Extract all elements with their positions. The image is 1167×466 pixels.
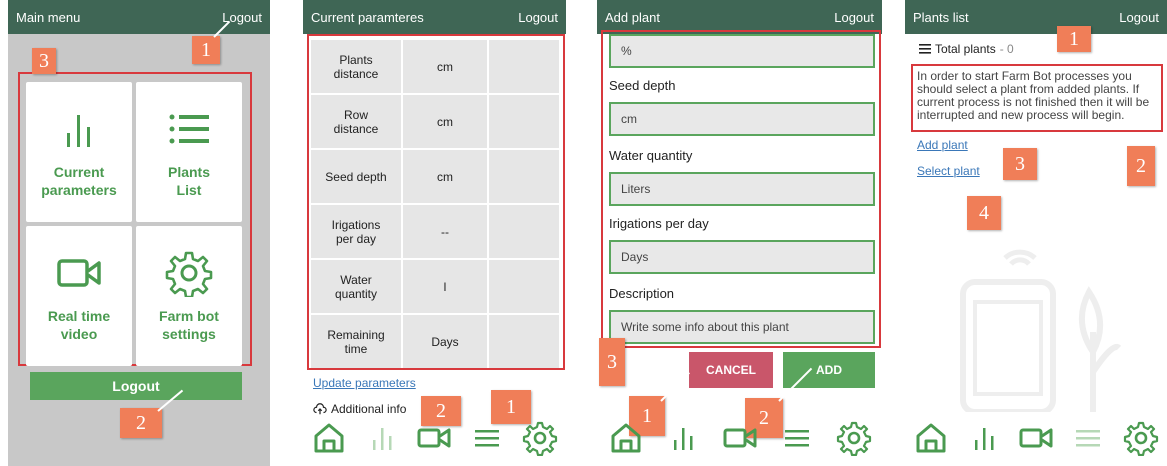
bar-chart-icon[interactable]: [665, 420, 701, 456]
page-title: Plants list: [913, 9, 969, 25]
list-icon[interactable]: [469, 420, 505, 456]
highlight-box: [307, 34, 565, 370]
callout-line: [660, 372, 690, 402]
home-icon[interactable]: [608, 420, 644, 456]
app-bar: Main menu Logout: [8, 0, 270, 34]
annotation-badge: 4: [967, 196, 1001, 230]
bottom-navigation: [303, 410, 566, 466]
current-parameters-screen: Current paramteres Logout Plants distanc…: [303, 0, 566, 466]
annotation-badge: 3: [599, 338, 625, 386]
tile-label: Real time video: [47, 308, 111, 342]
gear-icon: [165, 251, 213, 297]
page-title: Main menu: [16, 9, 81, 25]
video-camera-icon[interactable]: [722, 420, 758, 456]
gear-icon[interactable]: [836, 420, 872, 456]
current-parameters-tile[interactable]: Current parameters: [26, 82, 132, 222]
tile-label: Plants List: [167, 164, 210, 198]
app-bar: Plants list Logout: [905, 0, 1167, 34]
add-plant-link[interactable]: Add plant: [917, 138, 968, 152]
app-bar: Current paramteres Logout: [303, 0, 566, 34]
page-title: Add plant: [605, 9, 660, 25]
list-icon[interactable]: [779, 420, 815, 456]
highlight-box: [601, 30, 881, 348]
gear-icon[interactable]: [522, 420, 558, 456]
video-camera-icon: [57, 259, 101, 287]
bottom-navigation: [905, 410, 1167, 466]
annotation-badge: 3: [1003, 148, 1037, 180]
annotation-badge: 1: [1057, 26, 1091, 52]
app-bar: Add plant Logout: [597, 0, 882, 34]
cancel-button[interactable]: CANCEL: [689, 352, 773, 388]
real-time-video-tile[interactable]: Real time video: [26, 226, 132, 366]
gear-icon[interactable]: [1123, 420, 1159, 456]
menu-grid: Current parameters Plants List Real time…: [26, 82, 242, 366]
plants-list-tile[interactable]: Plants List: [136, 82, 242, 222]
select-plant-link[interactable]: Select plant: [917, 164, 980, 178]
total-plants-count: - 0: [999, 42, 1014, 56]
logout-link[interactable]: Logout: [1119, 10, 1159, 25]
highlight-box: [911, 64, 1163, 132]
add-plant-screen: Add plant Logout % Seed depth cm Water q…: [597, 0, 882, 466]
home-icon[interactable]: [913, 420, 949, 456]
video-camera-icon[interactable]: [416, 420, 452, 456]
total-plants-label: Total plants: [935, 42, 996, 56]
tile-label: Current parameters: [41, 164, 117, 198]
video-camera-icon[interactable]: [1018, 420, 1054, 456]
update-parameters-link[interactable]: Update parameters: [313, 376, 416, 390]
list-icon: [169, 114, 209, 144]
list-icon[interactable]: [1070, 420, 1106, 456]
farm-bot-settings-tile[interactable]: Farm bot settings: [136, 226, 242, 366]
logout-link[interactable]: Logout: [518, 10, 558, 25]
plants-list-screen: Plants list Logout Total plants - 0 In o…: [905, 0, 1167, 466]
annotation-badge: 2: [120, 408, 162, 438]
main-menu-screen: Main menu Logout Current parameters Plan…: [8, 0, 270, 466]
total-plants: Total plants - 0: [919, 42, 1014, 56]
empty-plants-illustration: [960, 249, 1122, 412]
logout-button[interactable]: Logout: [30, 372, 242, 400]
annotation-badge: 1: [192, 36, 220, 64]
logout-link[interactable]: Logout: [834, 10, 874, 25]
bar-chart-icon[interactable]: [966, 420, 1002, 456]
page-title: Current paramteres: [311, 9, 424, 25]
tile-label: Farm bot settings: [159, 308, 219, 342]
bar-chart-icon[interactable]: [364, 420, 400, 456]
bottom-navigation: [597, 410, 882, 466]
annotation-badge: 3: [32, 48, 56, 74]
menu-icon: [919, 44, 931, 54]
bar-chart-icon: [67, 115, 90, 147]
home-icon[interactable]: [311, 420, 347, 456]
annotation-badge: 2: [1127, 146, 1155, 186]
